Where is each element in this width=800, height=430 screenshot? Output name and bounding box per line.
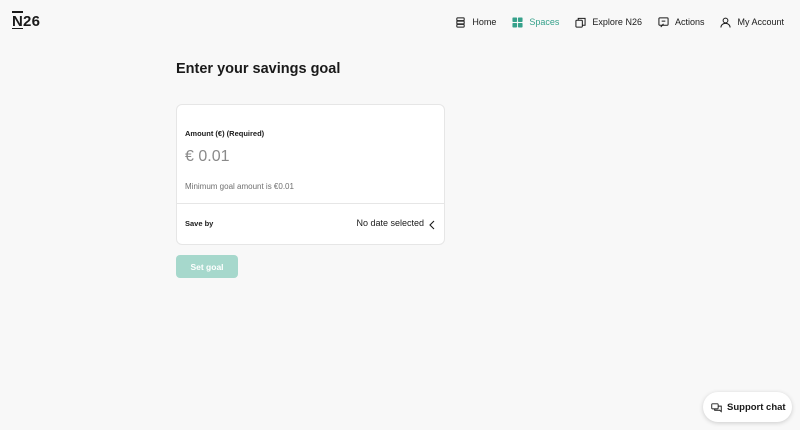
spaces-icon — [512, 16, 523, 28]
home-icon — [455, 16, 466, 28]
save-by-date-picker[interactable]: Save by No date selected — [177, 204, 444, 246]
page-title: Enter your savings goal — [176, 61, 341, 77]
explore-icon — [575, 17, 587, 28]
nav-actions-label: Actions — [674, 17, 705, 27]
n26-logo[interactable]: N26 — [12, 11, 41, 30]
amount-input[interactable] — [185, 145, 435, 169]
minimum-amount-hint: Minimum goal amount is €0.01 — [185, 182, 294, 191]
support-chat-button[interactable]: Support chat — [703, 392, 792, 422]
page: N26 Home Spaces Explore N26 Actions My A… — [0, 0, 800, 430]
save-by-value: No date selected — [356, 218, 424, 228]
nav-explore-label: Explore N26 — [592, 17, 642, 27]
amount-label: Amount (€) (Required) — [185, 129, 265, 138]
chat-icon — [711, 402, 722, 413]
save-by-label: Save by — [185, 219, 214, 228]
nav-home[interactable]: Home — [455, 14, 496, 30]
actions-icon — [658, 16, 669, 28]
nav-home-label: Home — [472, 17, 497, 27]
logo-n: N — [12, 11, 24, 30]
account-icon — [720, 17, 732, 28]
nav-actions[interactable]: Actions — [658, 14, 705, 30]
support-chat-label: Support chat — [727, 401, 786, 413]
logo-digits: 26 — [23, 13, 41, 30]
nav-spaces-label: Spaces — [529, 17, 560, 27]
savings-goal-card: Amount (€) (Required) Minimum goal amoun… — [176, 104, 445, 245]
nav-explore[interactable]: Explore N26 — [575, 14, 642, 30]
nav-my-account-label: My Account — [737, 17, 784, 27]
set-goal-button[interactable]: Set goal — [176, 255, 238, 278]
nav-spaces[interactable]: Spaces — [512, 14, 559, 30]
top-navigation: Home Spaces Explore N26 Actions My Accou… — [455, 14, 784, 30]
nav-my-account[interactable]: My Account — [720, 14, 784, 30]
chevron-left-icon — [428, 217, 436, 230]
